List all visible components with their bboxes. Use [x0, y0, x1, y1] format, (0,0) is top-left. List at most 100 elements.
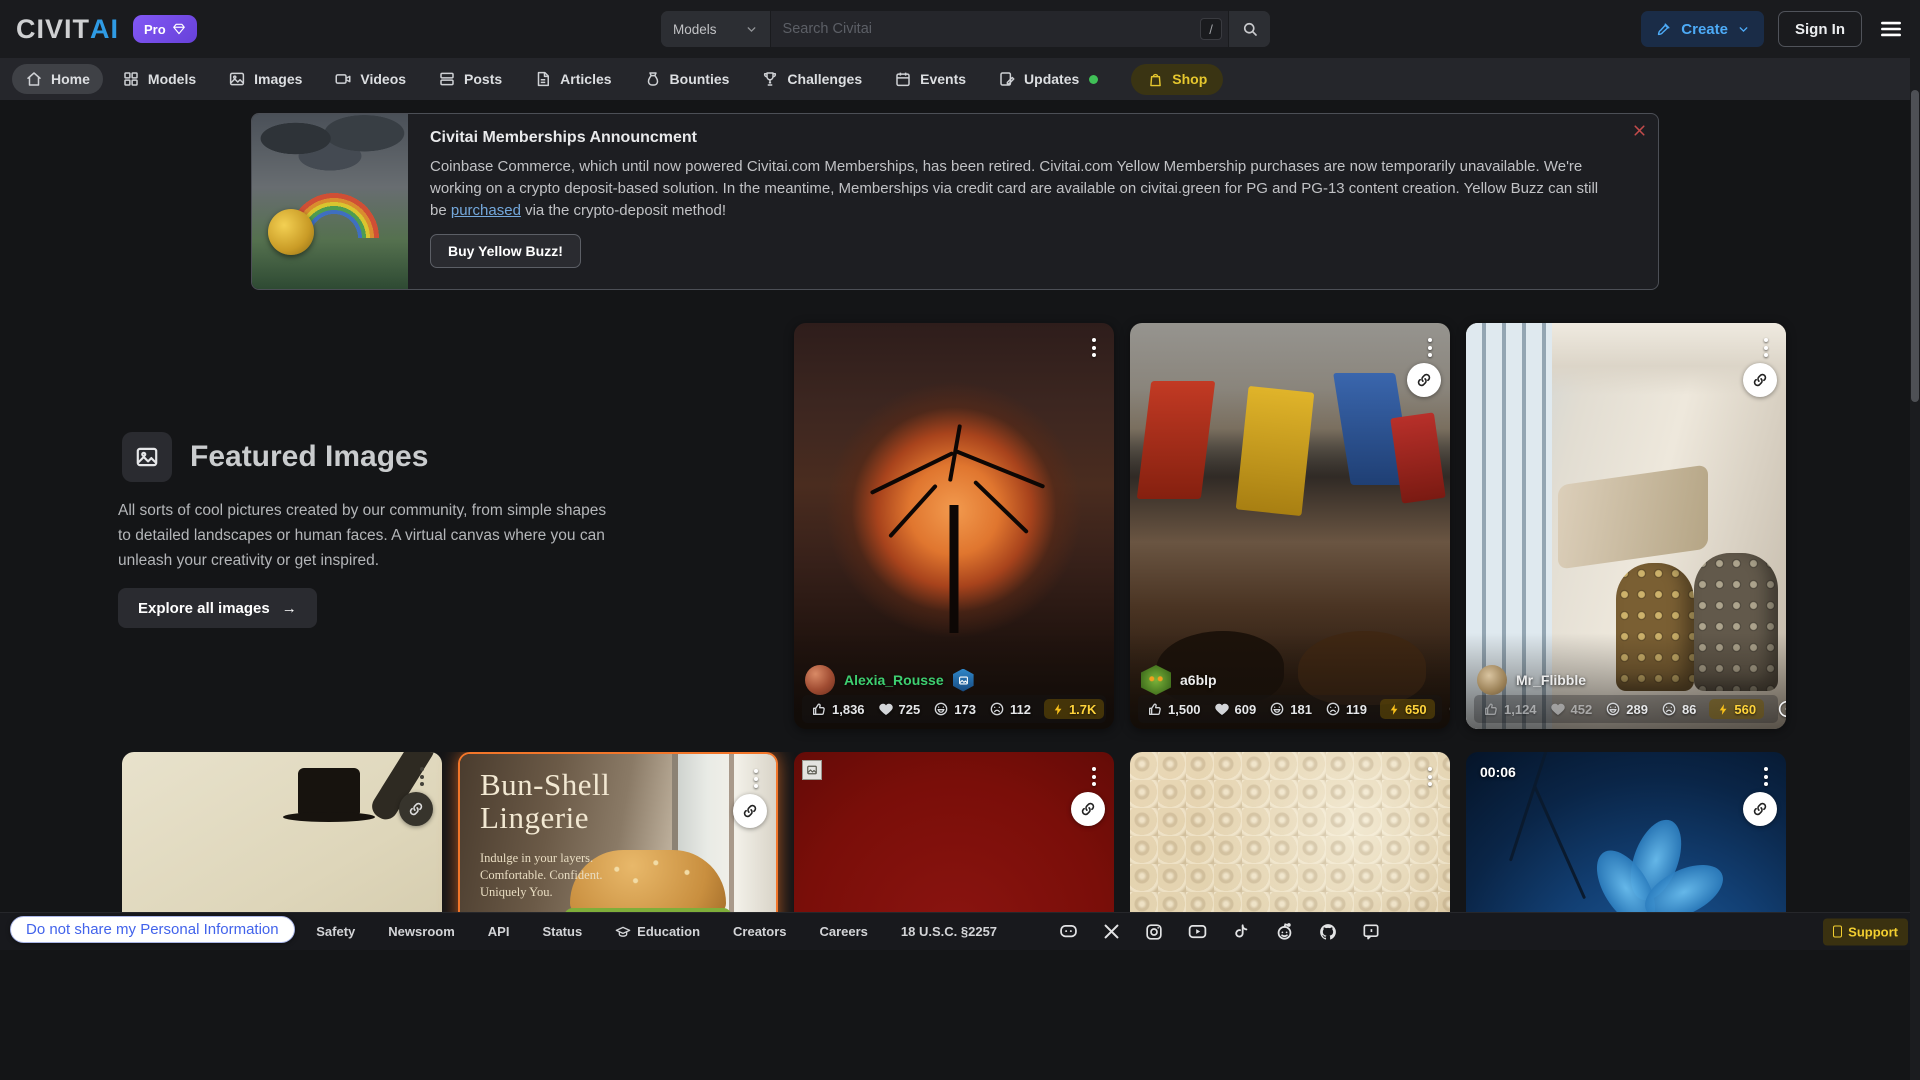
- discord-icon[interactable]: [1058, 921, 1079, 942]
- nav-item-images[interactable]: Images: [215, 64, 315, 94]
- copy-link-button[interactable]: [1743, 363, 1777, 397]
- do-not-share-info-pill[interactable]: Do not share my Personal Information: [10, 916, 295, 943]
- heart-icon: [1214, 701, 1230, 717]
- lace-artwork: [1130, 752, 1450, 912]
- heart-reaction[interactable]: 725: [878, 701, 921, 717]
- nav-item-videos[interactable]: Videos: [321, 64, 419, 94]
- card-author[interactable]: Alexia_Rousse: [805, 665, 974, 695]
- support-button[interactable]: Support: [1823, 918, 1908, 945]
- page-scrollbar-thumb[interactable]: [1911, 90, 1919, 402]
- bunshell-tagline: Indulge in your layers. Comfortable. Con…: [480, 850, 603, 901]
- like-reaction[interactable]: 1,836: [811, 701, 865, 717]
- nav-item-bounties[interactable]: Bounties: [631, 64, 743, 94]
- footer-link-creators[interactable]: Creators: [733, 924, 786, 939]
- pro-badge[interactable]: Pro: [133, 15, 197, 43]
- staircase-art: [1558, 464, 1708, 569]
- close-banner-button[interactable]: [1631, 122, 1648, 139]
- cry-reaction[interactable]: 86: [1661, 701, 1696, 717]
- bunshell-tagline-line: Comfortable. Confident.: [480, 867, 603, 884]
- heart-reaction[interactable]: 452: [1550, 701, 1593, 717]
- footer-link-newsroom[interactable]: Newsroom: [388, 924, 454, 939]
- info-button[interactable]: [1777, 699, 1786, 719]
- copy-link-button[interactable]: [733, 794, 767, 828]
- card-author[interactable]: Mr_Flibble: [1477, 665, 1586, 695]
- search-input[interactable]: [771, 11, 1200, 47]
- card-menu-dots[interactable]: [1425, 335, 1435, 360]
- github-icon[interactable]: [1318, 922, 1338, 942]
- copy-link-button[interactable]: [1743, 792, 1777, 826]
- copy-link-button[interactable]: [1407, 363, 1441, 397]
- image-card-tree-moon[interactable]: Alexia_Rousse 1,836 725 173 112 1.7K: [794, 323, 1114, 729]
- menu-burger-button[interactable]: [1878, 16, 1904, 42]
- buy-yellow-buzz-button[interactable]: Buy Yellow Buzz!: [430, 234, 581, 268]
- reddit-icon[interactable]: [1274, 921, 1295, 942]
- like-reaction[interactable]: 1,124: [1483, 701, 1537, 717]
- sad-face-icon: [989, 701, 1005, 717]
- nav-item-articles[interactable]: Articles: [521, 64, 624, 94]
- footer-link-status[interactable]: Status: [542, 924, 582, 939]
- info-button[interactable]: [1448, 699, 1450, 719]
- footer-link-2257[interactable]: 18 U.S.C. §2257: [901, 924, 997, 939]
- footer-link-safety[interactable]: Safety: [316, 924, 355, 939]
- purchased-link[interactable]: purchased: [451, 202, 521, 219]
- like-reaction[interactable]: 1,500: [1147, 701, 1201, 717]
- image-card-red[interactable]: [794, 752, 1114, 912]
- image-card-lace[interactable]: [1130, 752, 1450, 912]
- create-button[interactable]: Create: [1641, 11, 1764, 47]
- tree-branch-art: [955, 449, 1046, 489]
- nav-item-updates[interactable]: Updates: [985, 64, 1111, 94]
- top-bar: CIVITAI Pro Models / Create Sign In: [0, 0, 1920, 58]
- tiktok-icon[interactable]: [1231, 922, 1251, 942]
- laugh-count: 173: [954, 702, 976, 717]
- search-category-select[interactable]: Models: [661, 11, 771, 47]
- laugh-reaction[interactable]: 173: [933, 701, 976, 717]
- nav-item-home[interactable]: Home: [12, 64, 103, 94]
- laugh-reaction[interactable]: 289: [1605, 701, 1648, 717]
- card-menu-dots[interactable]: [1089, 335, 1099, 360]
- card-menu-dots[interactable]: [1425, 764, 1435, 789]
- nav-item-challenges[interactable]: Challenges: [748, 64, 875, 94]
- image-card-bunshell[interactable]: Bun-Shell Lingerie Indulge in your layer…: [458, 752, 778, 912]
- buzz-tip-chip[interactable]: 560: [1709, 699, 1764, 719]
- video-card-blue-flower[interactable]: 00:06: [1466, 752, 1786, 912]
- cry-reaction[interactable]: 112: [989, 701, 1031, 717]
- instagram-icon[interactable]: [1144, 922, 1164, 942]
- nav-item-shop[interactable]: Shop: [1131, 64, 1223, 95]
- sign-in-button[interactable]: Sign In: [1778, 11, 1862, 47]
- calendar-icon: [894, 70, 912, 88]
- nav-item-events[interactable]: Events: [881, 64, 979, 94]
- cry-reaction[interactable]: 119: [1325, 701, 1367, 717]
- card-menu-dots[interactable]: [751, 766, 761, 791]
- explore-all-images-button[interactable]: Explore all images →: [118, 588, 317, 628]
- nav-label: Models: [148, 71, 196, 87]
- image-card-knights[interactable]: a6blp 1,500 609 181 119 650: [1130, 323, 1450, 729]
- card-menu-dots[interactable]: [417, 764, 427, 789]
- card-menu-dots[interactable]: [1761, 764, 1771, 789]
- slash-shortcut-kbd: /: [1200, 18, 1222, 40]
- buzz-tip-chip[interactable]: 1.7K: [1044, 699, 1104, 719]
- heart-count: 452: [1571, 702, 1593, 717]
- buzz-tip-chip[interactable]: 650: [1380, 699, 1435, 719]
- nav-item-models[interactable]: Models: [109, 64, 209, 94]
- image-card-frog[interactable]: [122, 752, 442, 912]
- x-icon[interactable]: [1102, 922, 1121, 941]
- nav-item-posts[interactable]: Posts: [425, 64, 515, 94]
- cry-count: 119: [1346, 702, 1367, 717]
- card-menu-dots[interactable]: [1089, 764, 1099, 789]
- image-card-lobby-daleks[interactable]: Mr_Flibble 1,124 452 289 86 560: [1466, 323, 1786, 729]
- youtube-icon[interactable]: [1187, 921, 1208, 942]
- copy-link-button[interactable]: [1071, 792, 1105, 826]
- footer-link-api[interactable]: API: [488, 924, 510, 939]
- heart-reaction[interactable]: 609: [1214, 701, 1257, 717]
- footer-link-careers[interactable]: Careers: [819, 924, 867, 939]
- footer-link-education[interactable]: Education: [615, 924, 700, 940]
- card-author[interactable]: a6blp: [1141, 665, 1217, 695]
- search-button[interactable]: [1228, 11, 1270, 47]
- copy-link-button[interactable]: [399, 792, 433, 826]
- logo-text-civit: CIVIT: [16, 14, 90, 45]
- twitch-icon[interactable]: [1361, 922, 1381, 942]
- nav-label: Videos: [360, 71, 406, 87]
- card-menu-dots[interactable]: [1761, 335, 1771, 360]
- civitai-logo[interactable]: CIVITAI: [16, 14, 119, 45]
- laugh-reaction[interactable]: 181: [1269, 701, 1312, 717]
